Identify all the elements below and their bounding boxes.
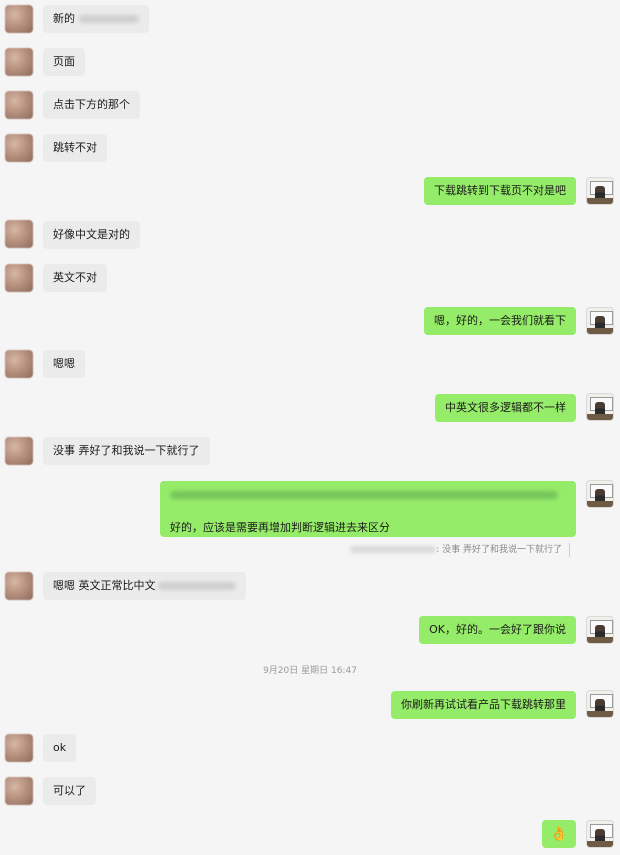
message-bubble[interactable]: 下载跳转到下载页不对是吧 bbox=[424, 177, 576, 205]
avatar-ground bbox=[587, 637, 613, 643]
redacted-text bbox=[170, 491, 558, 499]
redacted-text bbox=[79, 15, 139, 23]
quoted-message[interactable]: : 没事 弄好了和我说一下就行了 bbox=[350, 543, 570, 557]
message-text: 嗯嗯 bbox=[53, 357, 75, 370]
message-text: 新的 bbox=[53, 12, 75, 25]
redacted-text bbox=[350, 546, 437, 553]
message-bubble[interactable]: 嗯，好的，一会我们就看下 bbox=[424, 307, 576, 335]
message-bubble[interactable]: 没事 弄好了和我说一下就行了 bbox=[43, 437, 210, 465]
avatar-ground bbox=[587, 501, 613, 507]
avatar-ground bbox=[587, 841, 613, 847]
contact-avatar[interactable] bbox=[5, 734, 33, 762]
contact-avatar[interactable] bbox=[5, 5, 33, 33]
contact-avatar[interactable] bbox=[5, 48, 33, 76]
message-text: ok bbox=[53, 741, 67, 754]
timestamp: 9月20日 星期日 16:47 bbox=[263, 666, 357, 676]
contact-avatar[interactable] bbox=[5, 777, 33, 805]
message-text: 好的，应该是需要再增加判断逻辑进去来区分 bbox=[170, 521, 390, 534]
contact-avatar[interactable] bbox=[5, 220, 33, 248]
redacted-line bbox=[170, 488, 566, 502]
message-text: 下载跳转到下载页不对是吧 bbox=[434, 184, 566, 197]
message-text: 你刷新再试试看产品下载跳转那里 bbox=[401, 698, 566, 711]
contact-avatar[interactable] bbox=[5, 350, 33, 378]
message-text: 英文不对 bbox=[53, 271, 97, 284]
contact-avatar[interactable] bbox=[5, 264, 33, 292]
message-bubble[interactable]: 英文不对 bbox=[43, 264, 107, 292]
message-bubble[interactable]: 中英文很多逻辑都不一样 bbox=[435, 394, 576, 422]
message-text: OK，好的。一会好了跟你说 bbox=[429, 623, 566, 636]
message-text: 嗯嗯 英文正常比中文 bbox=[53, 579, 156, 592]
my-avatar[interactable] bbox=[586, 393, 614, 421]
my-avatar[interactable] bbox=[586, 177, 614, 205]
message-bubble[interactable]: 页面 bbox=[43, 48, 85, 76]
message-text: 页面 bbox=[53, 55, 75, 68]
avatar-ground bbox=[587, 198, 613, 204]
message-bubble[interactable]: 👌 bbox=[542, 820, 576, 848]
message-text: 没事 弄好了和我说一下就行了 bbox=[53, 444, 200, 457]
contact-avatar[interactable] bbox=[5, 437, 33, 465]
ok-hand-icon: 👌 bbox=[550, 826, 568, 842]
contact-avatar[interactable] bbox=[5, 572, 33, 600]
my-avatar[interactable] bbox=[586, 307, 614, 335]
avatar-ground bbox=[587, 328, 613, 334]
my-avatar[interactable] bbox=[586, 480, 614, 508]
redacted-text bbox=[157, 582, 236, 590]
quote-text: : 没事 弄好了和我说一下就行了 bbox=[436, 545, 562, 555]
my-avatar[interactable] bbox=[586, 820, 614, 848]
contact-avatar[interactable] bbox=[5, 134, 33, 162]
message-bubble[interactable]: OK，好的。一会好了跟你说 bbox=[419, 616, 576, 644]
message-bubble[interactable]: 你刷新再试试看产品下载跳转那里 bbox=[391, 691, 576, 719]
message-bubble[interactable]: 好像中文是对的 bbox=[43, 221, 140, 249]
message-bubble[interactable]: 新的 bbox=[43, 5, 149, 33]
message-text: 可以了 bbox=[53, 784, 86, 797]
contact-avatar[interactable] bbox=[5, 91, 33, 119]
message-bubble[interactable]: 可以了 bbox=[43, 777, 96, 805]
message-text: 点击下方的那个 bbox=[53, 98, 130, 111]
message-bubble[interactable]: 嗯嗯 英文正常比中文 bbox=[43, 572, 246, 600]
message-bubble[interactable]: 点击下方的那个 bbox=[43, 91, 140, 119]
message-bubble[interactable]: 嗯嗯 bbox=[43, 350, 85, 378]
message-text: 跳转不对 bbox=[53, 141, 97, 154]
my-avatar[interactable] bbox=[586, 616, 614, 644]
avatar-ground bbox=[587, 711, 613, 717]
message-bubble[interactable]: ok bbox=[43, 734, 77, 762]
message-bubble[interactable]: 跳转不对 bbox=[43, 134, 107, 162]
message-text: 好像中文是对的 bbox=[53, 228, 130, 241]
my-avatar[interactable] bbox=[586, 690, 614, 718]
message-text: 中英文很多逻辑都不一样 bbox=[445, 401, 566, 414]
message-text: 嗯，好的，一会我们就看下 bbox=[434, 314, 566, 327]
avatar-ground bbox=[587, 414, 613, 420]
message-bubble[interactable]: 好的，应该是需要再增加判断逻辑进去来区分 bbox=[160, 481, 576, 537]
